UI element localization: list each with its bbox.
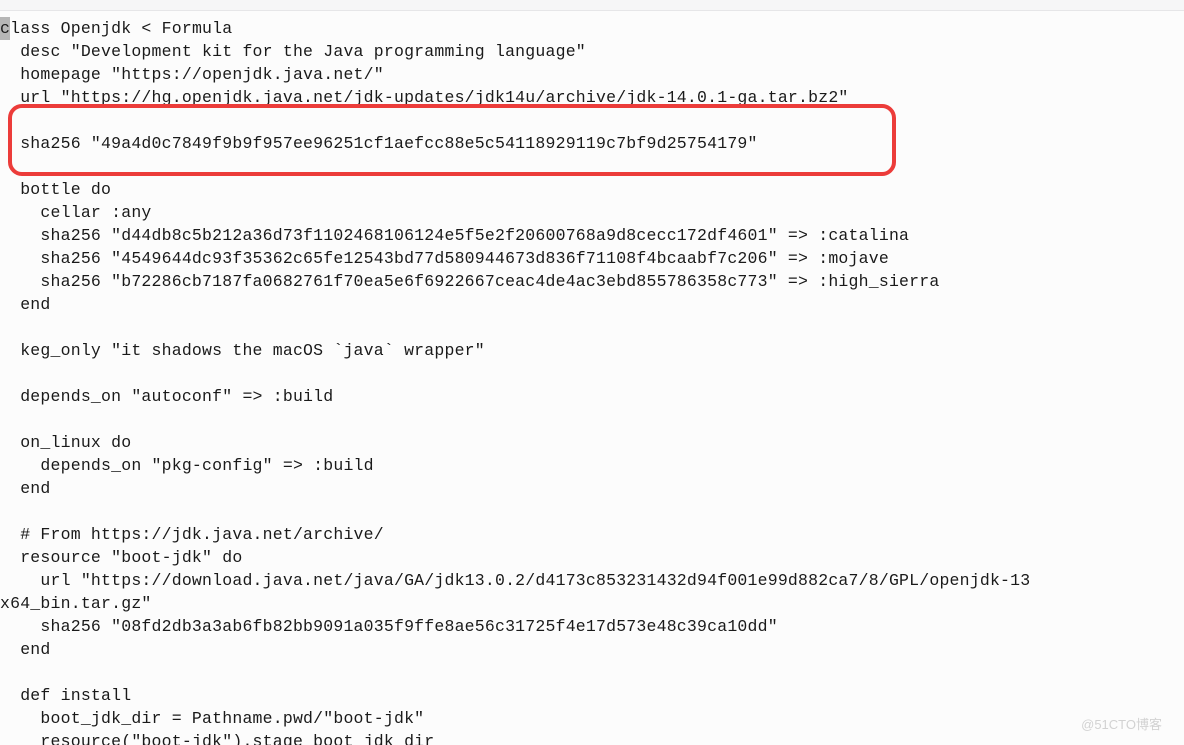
code-line: # From https://jdk.java.net/archive/	[0, 525, 384, 544]
code-line: boot_jdk_dir = Pathname.pwd/"boot-jdk"	[0, 709, 424, 728]
code-line: sha256 "49a4d0c7849f9b9f957ee96251cf1aef…	[0, 134, 758, 153]
cursor: c	[0, 17, 10, 40]
code-line: cellar :any	[0, 203, 152, 222]
code-line: keg_only "it shadows the macOS `java` wr…	[0, 341, 485, 360]
code-line: depends_on "autoconf" => :build	[0, 387, 333, 406]
code-line: x64_bin.tar.gz"	[0, 594, 152, 613]
code-line: sha256 "08fd2db3a3ab6fb82bb9091a035f9ffe…	[0, 617, 778, 636]
code-line: resource "boot-jdk" do	[0, 548, 242, 567]
code-line: resource("boot-jdk").stage boot_jdk_dir	[0, 732, 434, 745]
code-block[interactable]: class Openjdk < Formula desc "Developmen…	[0, 11, 1184, 745]
code-line: desc "Development kit for the Java progr…	[0, 42, 586, 61]
code-line: sha256 "b72286cb7187fa0682761f70ea5e6f69…	[0, 272, 939, 291]
code-line: depends_on "pkg-config" => :build	[0, 456, 374, 475]
code-line: lass Openjdk < Formula	[10, 19, 232, 38]
code-line: url "https://download.java.net/java/GA/j…	[0, 571, 1030, 590]
code-line: url "https://hg.openjdk.java.net/jdk-upd…	[0, 88, 849, 107]
code-line: on_linux do	[0, 433, 131, 452]
code-line: sha256 "d44db8c5b212a36d73f1102468106124…	[0, 226, 909, 245]
code-line: homepage "https://openjdk.java.net/"	[0, 65, 384, 84]
code-line: end	[0, 640, 51, 659]
code-line: def install	[0, 686, 131, 705]
code-line: sha256 "4549644dc93f35362c65fe12543bd77d…	[0, 249, 889, 268]
code-line: end	[0, 479, 51, 498]
code-line: end	[0, 295, 51, 314]
code-line: bottle do	[0, 180, 111, 199]
window-topbar	[0, 0, 1184, 11]
watermark-text: @51CTO博客	[1081, 714, 1162, 733]
